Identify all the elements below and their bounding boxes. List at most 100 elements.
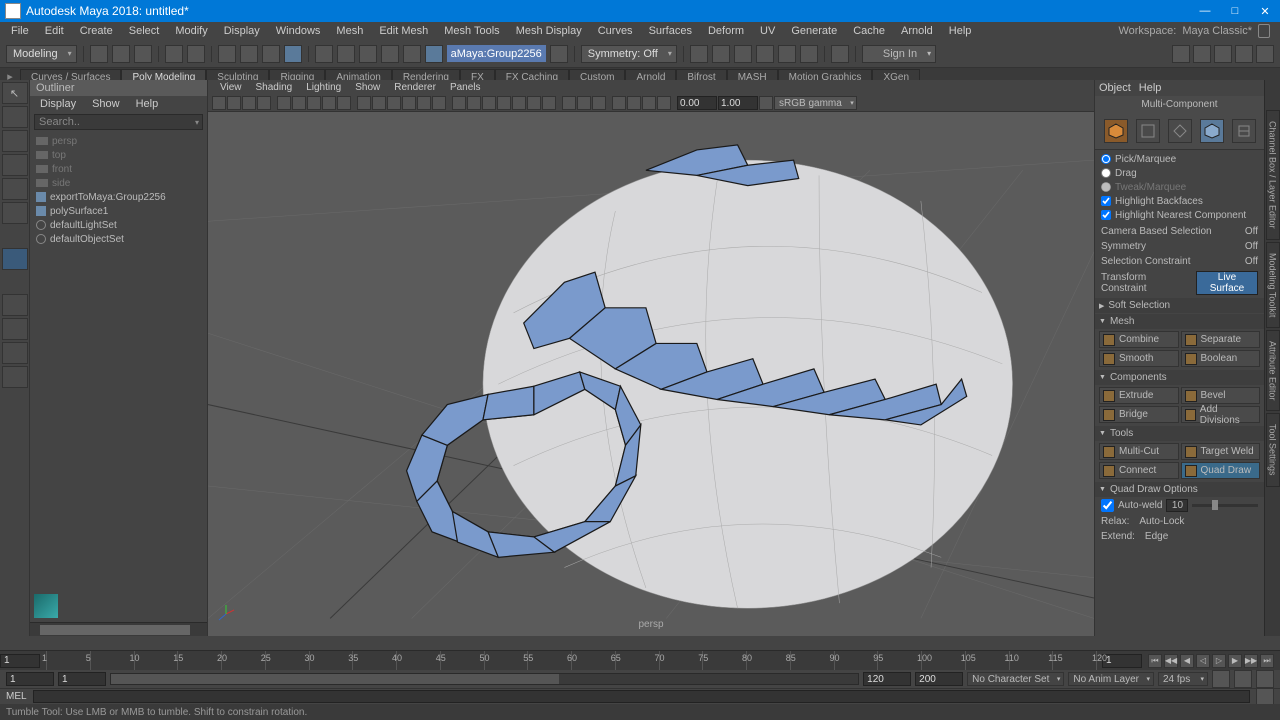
panel-layout-icon-2[interactable] <box>1193 45 1211 63</box>
sel-constraint-value[interactable]: Off <box>1245 256 1258 267</box>
vp-icon[interactable] <box>482 96 496 110</box>
range-slider-track[interactable] <box>110 673 859 685</box>
viewport-menu-renderer[interactable]: Renderer <box>388 82 442 93</box>
object-mode-icon[interactable] <box>1104 119 1128 143</box>
prefs-icon[interactable] <box>1256 670 1274 688</box>
hypershade-icon[interactable] <box>756 45 774 63</box>
light-editor-icon[interactable] <box>778 45 796 63</box>
vertex-mode-icon[interactable] <box>1136 119 1160 143</box>
multicut-button[interactable]: Multi-Cut <box>1099 443 1179 460</box>
panel-layout-icon-3[interactable] <box>1214 45 1232 63</box>
range-end-inner[interactable] <box>863 672 911 686</box>
step-forward-key-button[interactable]: ▶▶ <box>1244 654 1258 668</box>
panel-layout-icon-1[interactable] <box>1172 45 1190 63</box>
timeline-current-left[interactable] <box>0 654 40 668</box>
vp-icon[interactable] <box>452 96 466 110</box>
menu-generate[interactable]: Generate <box>784 24 844 38</box>
sel-face-icon[interactable] <box>262 45 280 63</box>
vp-icon[interactable] <box>242 96 256 110</box>
snap-curve-icon[interactable] <box>337 45 355 63</box>
sel-vert-icon[interactable] <box>218 45 236 63</box>
menu-surfaces[interactable]: Surfaces <box>642 24 699 38</box>
add-divisions-button[interactable]: Add Divisions <box>1181 406 1261 423</box>
redo-icon[interactable] <box>187 45 205 63</box>
outliner-item[interactable]: top <box>30 148 207 162</box>
vp-icon[interactable] <box>467 96 481 110</box>
face-mode-icon[interactable] <box>1200 119 1224 143</box>
layout-single-icon[interactable] <box>2 294 28 316</box>
close-button[interactable]: ✕ <box>1250 0 1280 22</box>
lock-icon[interactable] <box>1258 24 1270 38</box>
vp-icon[interactable] <box>227 96 241 110</box>
cam-sel-value[interactable]: Off <box>1245 226 1258 237</box>
vp-icon[interactable] <box>497 96 511 110</box>
vp-icon[interactable] <box>322 96 336 110</box>
pick-marquee-radio[interactable] <box>1101 154 1111 164</box>
side-tab-modeling-toolkit[interactable]: Modeling Toolkit <box>1266 242 1280 328</box>
render-settings-icon[interactable] <box>734 45 752 63</box>
menu-deform[interactable]: Deform <box>701 24 751 38</box>
relax-value[interactable]: Auto-Lock <box>1139 516 1184 527</box>
vp-icon[interactable] <box>277 96 291 110</box>
menu-edit[interactable]: Edit <box>38 24 71 38</box>
signin-button[interactable]: Sign In <box>862 45 936 63</box>
menu-mesh-display[interactable]: Mesh Display <box>509 24 589 38</box>
target-weld-button[interactable]: Target Weld <box>1181 443 1261 460</box>
outliner-tree[interactable]: persptopfrontsideexportToMaya:Group2256p… <box>30 132 207 363</box>
outliner-item[interactable]: exportToMaya:Group2256 <box>30 190 207 204</box>
vp-icon[interactable] <box>642 96 656 110</box>
outliner-search[interactable]: Search.. <box>34 114 203 130</box>
step-forward-button[interactable]: ▶ <box>1228 654 1242 668</box>
extrude-button[interactable]: Extrude <box>1099 387 1179 404</box>
vp-icon[interactable] <box>512 96 526 110</box>
viewport[interactable]: persp <box>208 112 1094 636</box>
combine-button[interactable]: Combine <box>1099 331 1179 348</box>
vp-icon[interactable] <box>592 96 606 110</box>
components-header[interactable]: ▼Components <box>1095 370 1264 385</box>
panel-layout-icon-4[interactable] <box>1235 45 1253 63</box>
highlight-nearest-check[interactable] <box>1101 210 1111 220</box>
rotate-tool[interactable] <box>2 178 28 200</box>
mesh-header[interactable]: ▼Mesh <box>1095 314 1264 329</box>
setkey-icon[interactable] <box>1234 670 1252 688</box>
minimize-button[interactable]: — <box>1190 0 1220 22</box>
snap-plane-icon[interactable] <box>381 45 399 63</box>
viewport-menu-panels[interactable]: Panels <box>444 82 487 93</box>
vp-icon[interactable] <box>212 96 226 110</box>
layout-outliner-icon[interactable] <box>2 366 28 388</box>
auto-weld-value[interactable]: 10 <box>1166 499 1188 512</box>
outliner-item[interactable]: front <box>30 162 207 176</box>
anim-layer-combo[interactable]: No Anim Layer <box>1068 672 1154 686</box>
menu-display[interactable]: Display <box>217 24 267 38</box>
workspace-value[interactable]: Maya Classic* <box>1182 25 1252 37</box>
sel-edge-icon[interactable] <box>240 45 258 63</box>
outliner-item[interactable]: defaultLightSet <box>30 218 207 232</box>
outliner-item[interactable]: polySurface1 <box>30 204 207 218</box>
maximize-button[interactable]: □ <box>1220 0 1250 22</box>
quad-draw-options-header[interactable]: ▼Quad Draw Options <box>1095 482 1264 497</box>
outliner-menu-display[interactable]: Display <box>34 98 82 110</box>
menu-cache[interactable]: Cache <box>846 24 892 38</box>
quad-draw-button[interactable]: Quad Draw <box>1181 462 1261 479</box>
play-forward-button[interactable]: ▷ <box>1212 654 1226 668</box>
menu-help[interactable]: Help <box>942 24 979 38</box>
autokey-icon[interactable] <box>1212 670 1230 688</box>
vp-icon[interactable] <box>657 96 671 110</box>
vp-icon[interactable] <box>307 96 321 110</box>
viewport-menu-view[interactable]: View <box>214 82 248 93</box>
save-scene-icon[interactable] <box>134 45 152 63</box>
bridge-button[interactable]: Bridge <box>1099 406 1179 423</box>
vp-icon[interactable] <box>562 96 576 110</box>
snap-point-icon[interactable] <box>359 45 377 63</box>
vp-icon[interactable] <box>417 96 431 110</box>
undo-icon[interactable] <box>165 45 183 63</box>
menu-modify[interactable]: Modify <box>168 24 214 38</box>
new-scene-icon[interactable] <box>90 45 108 63</box>
viewport-menu-lighting[interactable]: Lighting <box>300 82 347 93</box>
select-tool[interactable]: ↖ <box>2 82 28 104</box>
smooth-button[interactable]: Smooth <box>1099 350 1179 367</box>
symmetry-dropdown[interactable]: Symmetry: Off <box>581 45 677 63</box>
layout-four-icon[interactable] <box>2 318 28 340</box>
side-tab-channel-box-layer-editor[interactable]: Channel Box / Layer Editor <box>1266 110 1280 240</box>
paint-select-tool[interactable] <box>2 130 28 152</box>
